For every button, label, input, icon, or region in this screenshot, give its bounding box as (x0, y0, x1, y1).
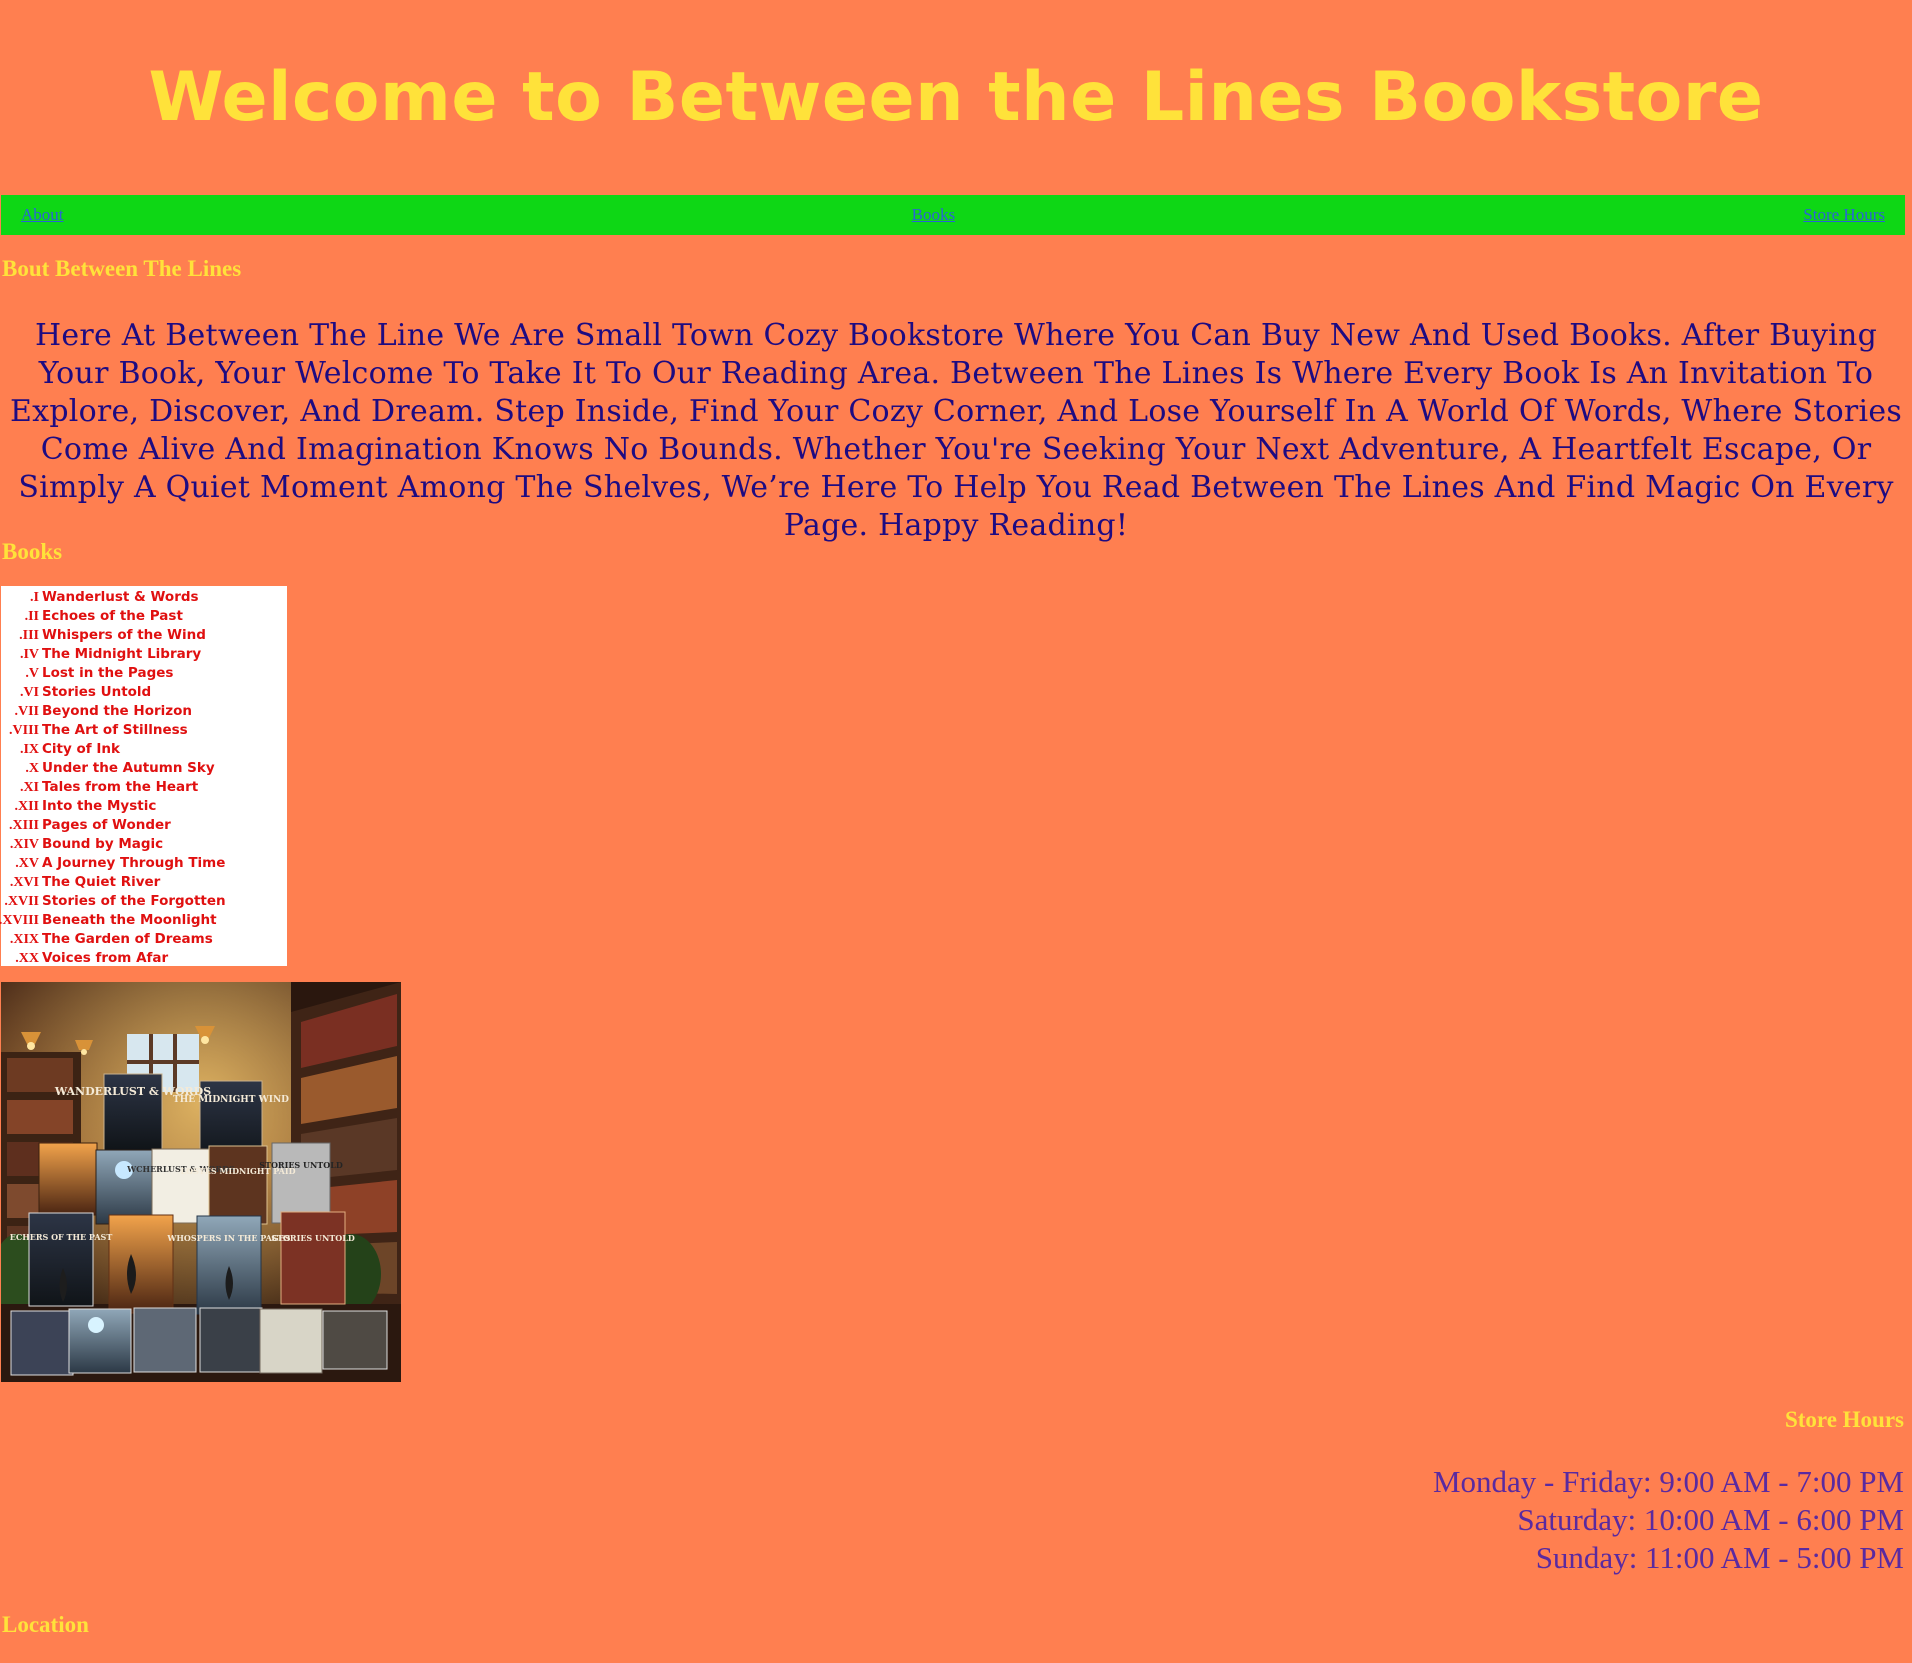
cover-title: ECHERS OF THE PAST (10, 1232, 113, 1242)
list-number: XVI. (9, 875, 39, 890)
list-number: XIV. (9, 837, 39, 852)
list-item: XV. A Journey Through Time (1, 854, 287, 873)
list-number: V. (25, 666, 39, 681)
book-title: Stories of the Forgotten (42, 893, 226, 909)
list-item: II. Echoes of the Past (1, 607, 287, 626)
list-number: XI. (19, 780, 39, 795)
bookstore-image: WANDERLUST & WORDS THE MIDNIGHT WIND WCH… (1, 982, 401, 1382)
list-item: XX. Voices from Afar (1, 949, 287, 968)
about-text: Here At Between The Line We Are Small To… (10, 318, 1902, 543)
list-number: XV. (15, 856, 39, 871)
list-number: XVII. (4, 894, 39, 909)
list-number: I. (30, 590, 39, 605)
book-title: City of Ink (42, 741, 120, 757)
book-title: The Art of Stillness (42, 722, 188, 738)
about-heading: Bout Between The Lines (2, 256, 242, 281)
book-title: Voices from Afar (42, 950, 169, 966)
book-title: Lost in the Pages (42, 665, 174, 681)
list-number: X. (25, 761, 39, 776)
list-number: VII. (14, 704, 39, 719)
list-number: XIII. (9, 818, 39, 833)
hours-line: Monday - Friday: 9:00 AM - 7:00 PM (1432, 1464, 1904, 1499)
list-item: IX. City of Ink (1, 740, 287, 759)
book-title: Pages of Wonder (42, 817, 171, 833)
list-number: IV. (19, 647, 39, 662)
list-number: II. (24, 609, 39, 624)
book-title: Beyond the Horizon (42, 703, 193, 719)
book-title: The Quiet River (42, 874, 161, 890)
list-item: X. Under the Autumn Sky (1, 759, 287, 778)
list-number: III. (19, 628, 39, 643)
list-item: VII. Beyond the Horizon (1, 702, 287, 721)
nav-link-books[interactable]: Books (912, 205, 955, 225)
list-number: XIX. (9, 932, 39, 947)
book-title: Bound by Magic (42, 836, 164, 852)
list-item: III. Whispers of the Wind (1, 626, 287, 645)
books-heading: Books (2, 539, 63, 564)
book-title: Tales from the Heart (42, 779, 199, 795)
list-item: XVII. Stories of the Forgotten (1, 892, 287, 911)
book-title: Whispers of the Wind (42, 627, 206, 643)
list-item: V. Lost in the Pages (1, 664, 287, 683)
book-title: Beneath the Moonlight (42, 912, 217, 928)
book-title: Wanderlust & Words (42, 589, 199, 605)
book-title: Into the Mystic (42, 798, 157, 814)
list-item: XIV. Bound by Magic (1, 835, 287, 854)
list-item: XIX. The Garden of Dreams (1, 930, 287, 949)
store-hours-heading: Store Hours (1784, 1407, 1904, 1432)
page-title: Welcome to Between the Lines Bookstore (148, 58, 1764, 137)
store-hours-text: Monday - Friday: 9:00 AM - 7:00 PM Satur… (1433, 1463, 1904, 1577)
hours-line: Sunday: 11:00 AM - 5:00 PM (1535, 1540, 1904, 1575)
list-item: XII. Into the Mystic (1, 797, 287, 816)
list-item: IV. The Midnight Library (1, 645, 287, 664)
cover-title: THE MIDNIGHT WIND (173, 1095, 289, 1105)
hours-line: Saturday: 10:00 AM - 6:00 PM (1517, 1502, 1904, 1537)
location-heading: Location (2, 1612, 89, 1637)
main-nav: About Books Store Hours (1, 195, 1905, 235)
list-number: IX. (19, 742, 39, 757)
book-list: I. Wanderlust & Words II. Echoes of the Pa… (0, 586, 287, 968)
list-number: XII. (14, 799, 39, 814)
book-title: Stories Untold (42, 684, 152, 700)
list-item: I. Wanderlust & Words (1, 588, 287, 607)
cover-title: STORIES UNTOLD (259, 1160, 343, 1170)
list-item: XI. Tales from the Heart (1, 778, 287, 797)
book-title: The Midnight Library (42, 646, 202, 662)
list-item: VIII. The Art of Stillness (1, 721, 287, 740)
bookstore-illustration: WANDERLUST & WORDS THE MIDNIGHT WIND WCH… (1, 982, 401, 1382)
book-title: Under the Autumn Sky (42, 760, 215, 776)
book-title: The Garden of Dreams (42, 931, 213, 947)
list-number: XX. (15, 951, 39, 966)
list-number: XVIII. (0, 913, 39, 928)
book-title: Echoes of the Past (42, 608, 183, 624)
book-title: A Journey Through Time (42, 855, 226, 871)
cover-title: STORIES UNTOLD (271, 1233, 355, 1243)
nav-link-store-hours[interactable]: Store Hours (1803, 205, 1885, 225)
list-item: VI. Stories Untold (1, 683, 287, 702)
list-item: XVIII.Beneath the Moonlight (0, 911, 287, 930)
list-item: XIII. Pages of Wonder (1, 816, 287, 835)
list-number: VI. (19, 685, 39, 700)
nav-link-about[interactable]: About (21, 205, 64, 225)
list-item: XVI. The Quiet River (1, 873, 287, 892)
list-number: VIII. (9, 723, 39, 738)
